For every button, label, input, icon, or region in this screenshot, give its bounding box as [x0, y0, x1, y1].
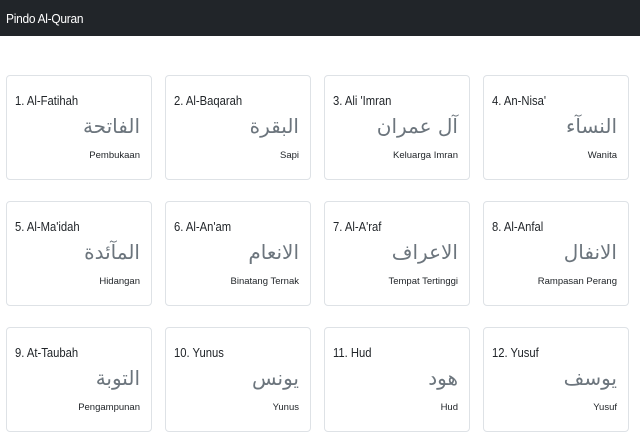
surah-name: 7. Al-A'raf — [333, 220, 382, 234]
surah-arabic-name: آل عمران — [376, 114, 458, 138]
surah-arabic-name: البقرة — [249, 114, 299, 138]
surah-card[interactable]: 9. At-Taubah التوبة Pengampunan — [6, 327, 152, 432]
surah-card[interactable]: 12. Yusuf يوسف Yusuf — [483, 327, 629, 432]
surah-meaning: Hidangan — [99, 276, 140, 287]
surah-meaning: Yunus — [272, 402, 299, 413]
surah-name: 2. Al-Baqarah — [174, 94, 243, 108]
surah-meaning: Pembukaan — [89, 150, 140, 161]
surah-meaning: Pengampunan — [78, 402, 140, 413]
surah-name: 3. Ali 'Imran — [333, 94, 392, 108]
surah-meaning: Binatang Ternak — [230, 276, 300, 287]
surah-arabic-name: هود — [428, 366, 458, 390]
surah-card[interactable]: 3. Ali 'Imran آل عمران Keluarga Imran — [324, 75, 470, 180]
surah-card[interactable]: 2. Al-Baqarah البقرة Sapi — [165, 75, 311, 180]
surah-arabic-name: يوسف — [563, 366, 617, 390]
surah-arabic-name: الاعراف — [391, 240, 458, 264]
surah-name: 8. Al-Anfal — [492, 220, 544, 234]
surah-card[interactable]: 5. Al-Ma'idah المآئدة Hidangan — [6, 201, 152, 306]
surah-card[interactable]: 11. Hud هود Hud — [324, 327, 470, 432]
surah-arabic-name: الانعام — [248, 240, 299, 264]
top-navbar: Pindo Al-Quran — [0, 0, 640, 36]
surah-arabic-name: التوبة — [95, 366, 140, 390]
surah-name: 5. Al-Ma'idah — [15, 220, 80, 234]
surah-name: 4. An-Nisa' — [492, 94, 547, 108]
surah-name: 9. At-Taubah — [15, 346, 79, 360]
surah-meaning: Hud — [440, 402, 458, 413]
brand-link[interactable]: Pindo Al-Quran — [6, 11, 84, 26]
surah-name: 11. Hud — [333, 346, 372, 360]
surah-arabic-name: الفاتحة — [82, 114, 140, 138]
surah-grid: 1. Al-Fatihah الفاتحة Pembukaan 2. Al-Ba… — [6, 75, 630, 432]
surah-meaning: Rampasan Perang — [537, 276, 617, 287]
surah-meaning: Sapi — [279, 150, 299, 161]
surah-card[interactable]: 4. An-Nisa' النسآء Wanita — [483, 75, 629, 180]
surah-card[interactable]: 7. Al-A'raf الاعراف Tempat Tertinggi — [324, 201, 470, 306]
surah-name: 10. Yunus — [174, 346, 224, 360]
surah-meaning: Keluarga Imran — [393, 150, 458, 161]
surah-card[interactable]: 6. Al-An'am الانعام Binatang Ternak — [165, 201, 311, 306]
surah-arabic-name: يونس — [252, 366, 299, 390]
surah-arabic-name: النسآء — [565, 114, 617, 138]
surah-meaning: Yusuf — [593, 402, 617, 413]
surah-card[interactable]: 10. Yunus يونس Yunus — [165, 327, 311, 432]
surah-card[interactable]: 1. Al-Fatihah الفاتحة Pembukaan — [6, 75, 152, 180]
surah-arabic-name: المآئدة — [84, 240, 140, 264]
surah-name: 12. Yusuf — [492, 346, 539, 360]
surah-name: 6. Al-An'am — [174, 220, 232, 234]
surah-arabic-name: الانفال — [563, 240, 617, 264]
surah-meaning: Tempat Tertinggi — [388, 276, 458, 287]
surah-meaning: Wanita — [587, 150, 617, 161]
surah-card[interactable]: 8. Al-Anfal الانفال Rampasan Perang — [483, 201, 629, 306]
surah-name: 1. Al-Fatihah — [15, 94, 79, 108]
